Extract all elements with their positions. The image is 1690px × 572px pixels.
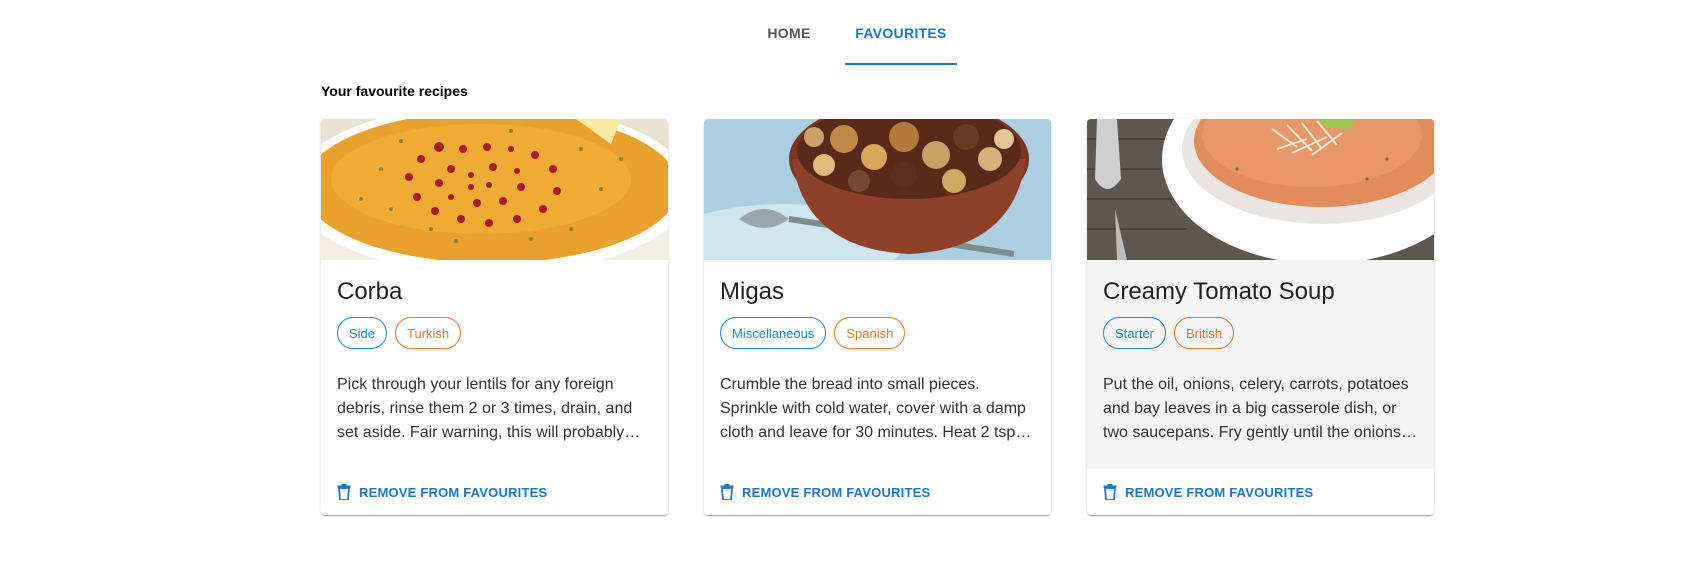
- remove-from-favourites-button[interactable]: REMOVE FROM FAVOURITES: [337, 480, 547, 504]
- trash-icon: [337, 484, 351, 500]
- recipe-title: Creamy Tomato Soup: [1103, 278, 1335, 305]
- category-chip: Starter: [1103, 317, 1167, 349]
- recipe-card-action-area[interactable]: Creamy Tomato Soup Starter British Put t…: [1087, 119, 1434, 469]
- recipe-card-actions: REMOVE FROM FAVOURITES: [321, 469, 668, 515]
- remove-from-favourites-button[interactable]: REMOVE FROM FAVOURITES: [720, 480, 930, 504]
- recipe-card-content: Migas Miscellaneous Spanish Crumble the …: [704, 260, 1051, 445]
- recipe-card-actions: REMOVE FROM FAVOURITES: [704, 469, 1051, 515]
- category-chip: Miscellaneous: [720, 317, 827, 349]
- remove-from-favourites-button[interactable]: REMOVE FROM FAVOURITES: [1103, 480, 1313, 504]
- recipe-card-action-area[interactable]: Corba Side Turkish Pick through your len…: [321, 119, 668, 469]
- recipe-card-content: Creamy Tomato Soup Starter British Put t…: [1087, 260, 1434, 445]
- recipe-description: Crumble the bread into small pieces. Spr…: [720, 376, 1034, 441]
- recipe-description: Pick through your lentils for any foreig…: [337, 376, 633, 441]
- category-chip: Side: [337, 317, 388, 349]
- remove-button-label: REMOVE FROM FAVOURITES: [359, 484, 548, 500]
- recipe-image: [321, 119, 668, 260]
- top-navigation: HOME FAVOURITES: [0, 0, 1690, 66]
- tab-home[interactable]: HOME: [733, 0, 845, 66]
- recipe-card-actions: REMOVE FROM FAVOURITES: [1087, 469, 1434, 515]
- remove-button-label: REMOVE FROM FAVOURITES: [1125, 484, 1314, 500]
- recipe-description: Put the oil, onions, celery, carrots, po…: [1103, 376, 1409, 441]
- tab-favourites[interactable]: FAVOURITES: [845, 0, 957, 66]
- recipe-image: [704, 119, 1051, 260]
- area-chip: British: [1174, 317, 1235, 349]
- recipe-card: Creamy Tomato Soup Starter British Put t…: [1087, 119, 1434, 515]
- recipe-card: Migas Miscellaneous Spanish Crumble the …: [704, 119, 1051, 515]
- recipe-tags: Miscellaneous Spanish: [720, 317, 1035, 349]
- recipe-card-action-area[interactable]: Migas Miscellaneous Spanish Crumble the …: [704, 119, 1051, 469]
- recipe-tags: Starter British: [1103, 317, 1418, 349]
- page-heading: Your favourite recipes: [321, 83, 468, 99]
- recipe-card-content: Corba Side Turkish Pick through your len…: [321, 260, 668, 445]
- area-chip: Turkish: [395, 317, 462, 349]
- trash-icon: [720, 484, 734, 500]
- area-chip: Spanish: [834, 317, 906, 349]
- nav-tabs: HOME FAVOURITES: [733, 0, 957, 66]
- trash-icon: [1103, 484, 1117, 500]
- recipe-image: [1087, 119, 1434, 260]
- recipe-card-list: Corba Side Turkish Pick through your len…: [321, 119, 1434, 515]
- recipe-card: Corba Side Turkish Pick through your len…: [321, 119, 668, 515]
- recipe-title: Corba: [337, 278, 403, 305]
- recipe-title: Migas: [720, 278, 785, 305]
- recipe-tags: Side Turkish: [337, 317, 652, 349]
- remove-button-label: REMOVE FROM FAVOURITES: [742, 484, 931, 500]
